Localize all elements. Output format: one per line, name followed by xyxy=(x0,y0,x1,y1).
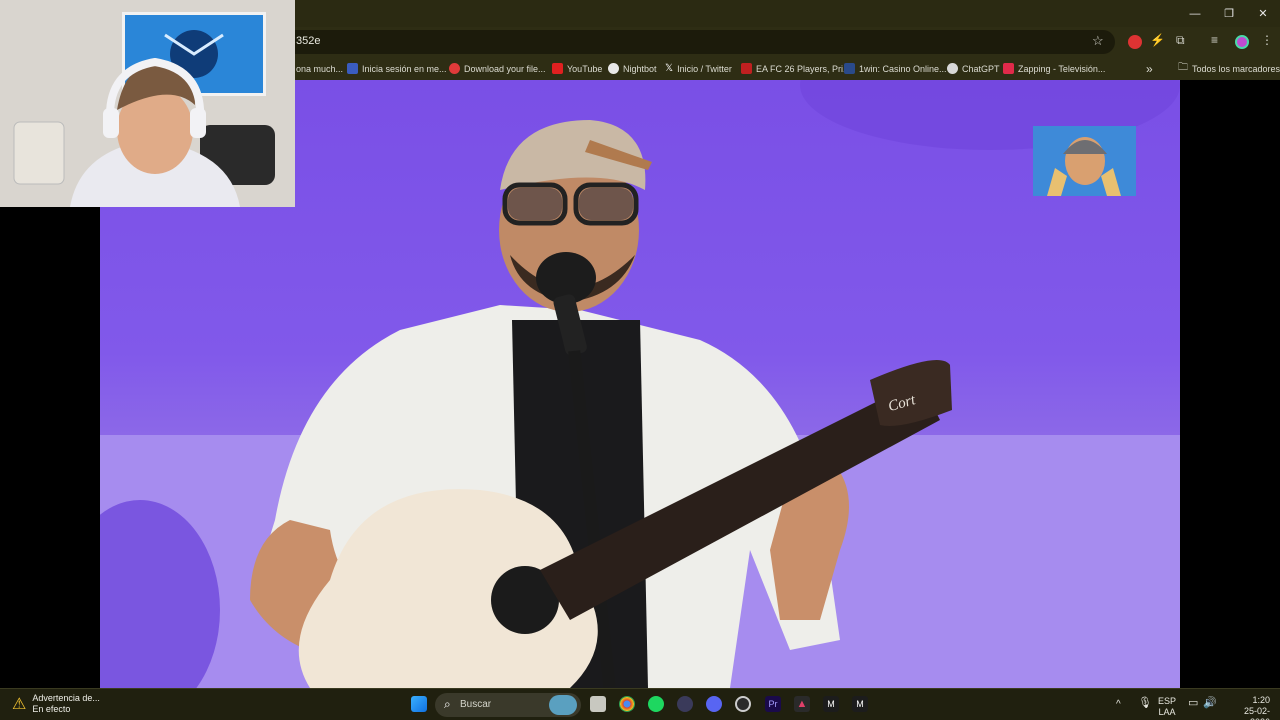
app-icon[interactable] xyxy=(677,696,693,712)
app-icon[interactable]: M xyxy=(852,696,868,712)
bookmark-favicon xyxy=(449,63,460,74)
youtube-icon xyxy=(552,63,563,74)
url-text[interactable]: 352e xyxy=(296,35,320,47)
search-highlight-icon xyxy=(549,695,577,715)
close-button[interactable]: ✕ xyxy=(1246,0,1280,27)
bookmark-item[interactable]: Inicia sesión en me... xyxy=(347,61,447,76)
x-twitter-icon: 𝕏 xyxy=(665,63,674,74)
search-placeholder: Buscar xyxy=(460,699,492,710)
nightbot-icon xyxy=(608,63,619,74)
profile-avatar-icon[interactable] xyxy=(1235,35,1249,49)
restore-button[interactable]: ❐ xyxy=(1212,0,1246,27)
bookmark-item[interactable]: ChatGPT xyxy=(947,61,1000,76)
discord-icon[interactable] xyxy=(706,696,722,712)
minimize-button[interactable]: — xyxy=(1178,0,1212,27)
bookmark-item[interactable]: Download your file... xyxy=(449,61,546,76)
bookmark-label: Nightbot xyxy=(623,63,657,74)
menu-kebab-icon[interactable]: ⋮ xyxy=(1261,33,1273,47)
app-icon[interactable]: ▲ xyxy=(794,696,810,712)
app-icon[interactable]: M xyxy=(823,696,839,712)
language-code: ESP xyxy=(1158,696,1177,706)
bookmark-favicon xyxy=(844,63,855,74)
streamer-illustration xyxy=(13,57,275,207)
bookmark-label: EA FC 26 Players, Pri... xyxy=(756,63,851,74)
bookmark-label: YouTube xyxy=(567,63,603,74)
taskbar-search-box[interactable]: ⌕ Buscar xyxy=(435,693,581,717)
bookmark-label: Download your file... xyxy=(464,63,546,74)
bookmark-item[interactable]: 1win: Casino Online... xyxy=(844,61,947,76)
media-control-icon[interactable]: ≡ xyxy=(1211,33,1218,47)
warning-subtitle: En efecto xyxy=(32,704,71,714)
bookmark-item[interactable]: 𝕏 Inicio / Twitter xyxy=(665,61,732,76)
microphone-icon[interactable]: 🎙 xyxy=(1138,698,1152,709)
clock[interactable]: 1:20 25-02-2026 xyxy=(1224,695,1270,720)
bookmark-label: 1win: Casino Online... xyxy=(859,63,947,74)
tray-overflow-chevron-icon[interactable]: ^ xyxy=(1116,699,1121,710)
all-bookmarks-label: Todos los marcadores xyxy=(1192,63,1280,74)
language-indicator[interactable]: ESP LAA xyxy=(1158,696,1176,718)
bookmark-favicon xyxy=(347,63,358,74)
folder-icon: 🗀 xyxy=(1178,62,1188,73)
keyboard-layout: LAA xyxy=(1158,707,1176,717)
spotify-icon[interactable] xyxy=(648,696,664,712)
bookmark-label: ona much... xyxy=(296,63,344,74)
all-bookmarks-button[interactable]: 🗀 Todos los marcadores xyxy=(1178,61,1280,76)
bookmark-label: Inicia sesión en me... xyxy=(362,63,447,74)
bookmarks-overflow-button[interactable]: » xyxy=(1146,61,1153,76)
window-controls: — ❐ ✕ xyxy=(1178,0,1280,27)
clock-time: 1:20 xyxy=(1252,695,1270,705)
weather-warning-widget[interactable]: ⚠ Advertencia de... En efecto xyxy=(12,693,100,715)
translate-extension-icon[interactable]: ⚡ xyxy=(1150,33,1165,47)
chrome-icon[interactable] xyxy=(619,696,635,712)
streamer-webcam xyxy=(0,0,295,207)
screen: — ❐ ✕ 352e ☆ ⚡ ⧉ ≡ ⋮ ona much... Inicia … xyxy=(0,0,1280,720)
chatgpt-icon xyxy=(947,63,958,74)
bookmark-star-icon[interactable]: ☆ xyxy=(1092,33,1104,49)
inset-person-illustration xyxy=(1047,137,1121,196)
bookmark-favicon xyxy=(1003,63,1014,74)
clock-date: 25-02-2026 xyxy=(1243,706,1270,720)
bookmark-item[interactable]: Nightbot xyxy=(608,61,657,76)
warning-icon: ⚠ xyxy=(12,696,27,713)
bookmark-favicon xyxy=(741,63,752,74)
bookmark-item[interactable]: Zapping - Televisión... xyxy=(1003,61,1105,76)
extensions-puzzle-icon[interactable]: ⧉ xyxy=(1176,33,1185,48)
bookmark-label: Zapping - Televisión... xyxy=(1018,63,1106,74)
bookmark-item[interactable]: ona much... xyxy=(296,61,343,76)
bookmark-item[interactable]: YouTube xyxy=(552,61,602,76)
bookmark-label: Inicio / Twitter xyxy=(677,63,732,74)
premiere-icon[interactable]: Pr xyxy=(765,696,781,712)
inset-webcam-overlay xyxy=(1033,126,1136,196)
volume-icon[interactable]: 🔊 xyxy=(1203,698,1217,709)
bookmark-item[interactable]: EA FC 26 Players, Pri... xyxy=(741,61,851,76)
network-icon[interactable]: ▭ xyxy=(1188,698,1198,709)
warning-text: Advertencia de... En efecto xyxy=(32,693,100,715)
url-field[interactable] xyxy=(283,30,1115,54)
search-icon: ⌕ xyxy=(444,697,451,711)
start-windows-icon[interactable] xyxy=(411,696,427,712)
task-view-icon[interactable] xyxy=(590,696,606,712)
obs-icon[interactable] xyxy=(735,696,751,712)
taskbar: ⚠ Advertencia de... En efecto ⌕ Buscar P… xyxy=(0,688,1280,720)
warning-title: Advertencia de... xyxy=(32,693,100,703)
extension-red-icon[interactable] xyxy=(1128,35,1142,49)
bookmark-label: ChatGPT xyxy=(962,63,1000,74)
